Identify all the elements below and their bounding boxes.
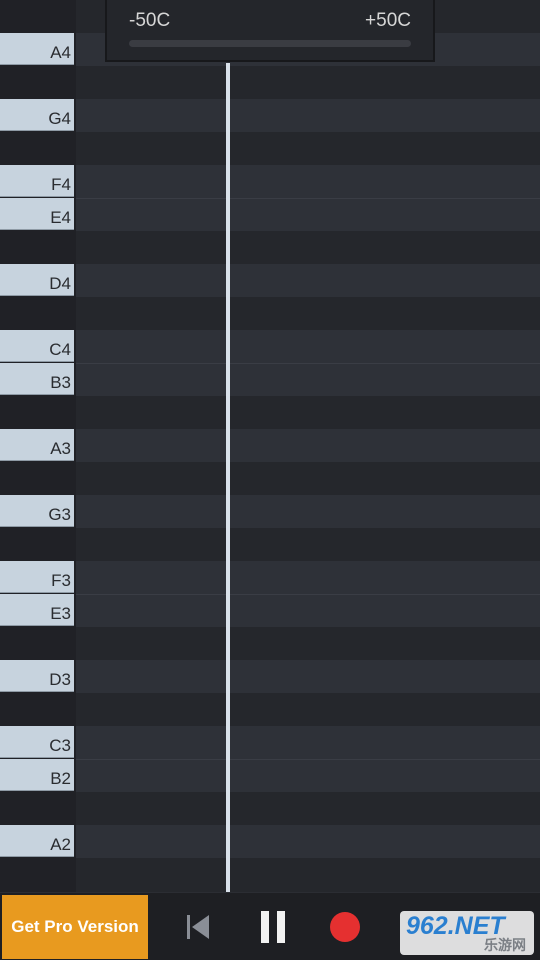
grid-row <box>76 858 540 891</box>
piano-key-a4: A4 <box>0 33 74 65</box>
get-pro-button[interactable]: Get Pro Version <box>2 895 148 959</box>
piano-key-b2: B2 <box>0 759 74 791</box>
cents-track <box>129 40 411 47</box>
grid-row <box>76 264 540 297</box>
tuner-app: A4 G4 F4 E4 D4 C4 B3 A3 G3 F3 E3 D3 C3 B2 A2 -50C +50C… <box>0 0 540 960</box>
grid-row <box>76 627 540 660</box>
skip-to-start-icon <box>187 915 209 939</box>
piano-key-d3: D3 <box>0 660 74 692</box>
grid-row <box>76 165 540 198</box>
grid-row <box>76 825 540 858</box>
pause-icon <box>261 911 285 943</box>
grid-row <box>76 396 540 429</box>
grid-row <box>76 528 540 561</box>
playhead-line <box>226 63 230 892</box>
grid-row <box>76 495 540 528</box>
record-icon <box>330 912 360 942</box>
grid-row <box>76 429 540 462</box>
grid-row <box>76 759 540 792</box>
piano-key-c3: C3 <box>0 726 74 758</box>
grid-row <box>76 330 540 363</box>
grid-row <box>76 693 540 726</box>
grid-row <box>76 66 540 99</box>
piano-key-g3: G3 <box>0 495 74 527</box>
cents-min-label: -50C <box>129 10 171 31</box>
grid-row <box>76 561 540 594</box>
grid-row <box>76 462 540 495</box>
grid-row <box>76 363 540 396</box>
bottom-toolbar: Get Pro Version 962.NET 乐游网 <box>0 892 540 960</box>
cents-indicator: -50C +50C <box>105 0 435 62</box>
piano-key-f3: F3 <box>0 561 74 593</box>
grid-row <box>76 792 540 825</box>
piano-key-e3: E3 <box>0 594 74 626</box>
piano-keys-column: A4 G4 F4 E4 D4 C4 B3 A3 G3 F3 E3 D3 C3 B2 A2 <box>0 0 76 892</box>
grid-row <box>76 132 540 165</box>
grid-row <box>76 594 540 627</box>
piano-key-e4: E4 <box>0 198 74 230</box>
piano-key-g4: G4 <box>0 99 74 131</box>
watermark-logo: 962.NET 乐游网 <box>400 911 534 955</box>
grid-row <box>76 660 540 693</box>
piano-key-f4: F4 <box>0 165 74 197</box>
piano-key-d4: D4 <box>0 264 74 296</box>
piano-key-b3: B3 <box>0 363 74 395</box>
cents-max-label: +50C <box>365 10 411 31</box>
record-button[interactable] <box>325 907 365 947</box>
grid-row <box>76 231 540 264</box>
grid-row <box>76 198 540 231</box>
piano-key-c4: C4 <box>0 330 74 362</box>
grid-row <box>76 726 540 759</box>
piano-key-a3: A3 <box>0 429 74 461</box>
piano-key-a2: A2 <box>0 825 74 857</box>
grid-row <box>76 297 540 330</box>
pitch-grid <box>76 0 540 892</box>
pause-button[interactable] <box>253 907 293 947</box>
grid-row <box>76 99 540 132</box>
watermark-sub: 乐游网 <box>484 937 526 953</box>
rewind-button[interactable] <box>178 907 218 947</box>
